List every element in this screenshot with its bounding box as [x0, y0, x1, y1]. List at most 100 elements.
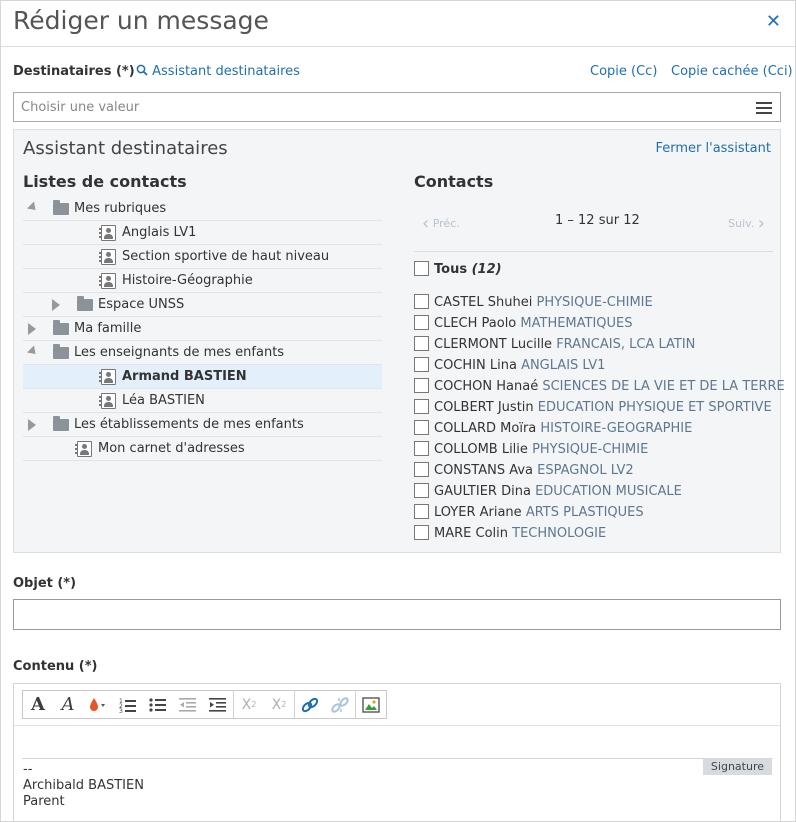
contact-name: CASTEL Shuhei	[434, 295, 533, 310]
contact-name: CLERMONT Lucille	[434, 337, 553, 352]
signature-text[interactable]: -- Archibald BASTIEN Parent	[23, 762, 144, 810]
tree-item[interactable]: Ma famille	[23, 317, 382, 341]
contact-row[interactable]: CLECH Paolo MATHEMATIQUES	[414, 315, 773, 336]
outdent-icon[interactable]	[173, 691, 203, 718]
toolbar-divider	[14, 725, 780, 726]
contact-lists-title: Listes de contacts	[23, 172, 187, 191]
page-count: 1 – 12 sur 12	[555, 213, 640, 228]
contact-label: COCHON Hanaé SCIENCES DE LA VIE ET DE LA…	[434, 379, 785, 394]
tree-item[interactable]: Armand BASTIEN	[23, 365, 382, 389]
contact-row[interactable]: COLBERT Justin EDUCATION PHYSIQUE ET SPO…	[414, 399, 773, 420]
contact-row[interactable]: CLERMONT Lucille FRANCAIS, LCA LATIN	[414, 336, 773, 357]
contact-checkbox[interactable]	[414, 336, 429, 351]
contact-checkbox[interactable]	[414, 420, 429, 435]
contact-subject: HISTOIRE-GEOGRAPHIE	[540, 421, 693, 436]
contacts-list: CASTEL Shuhei PHYSIQUE-CHIMIE CLECH Paolo…	[414, 294, 785, 546]
editor-toolbar: A A 123 X2 X2	[22, 690, 387, 719]
assistant-title: Assistant destinataires	[23, 138, 228, 159]
link-icon[interactable]	[295, 691, 325, 718]
tree-item[interactable]: Mes rubriques	[23, 197, 382, 221]
tree-item[interactable]: Espace UNSS	[23, 293, 382, 317]
recipients-select[interactable]: Choisir une valeur	[13, 92, 781, 122]
unlink-icon[interactable]	[325, 691, 355, 718]
expand-arrow-icon[interactable]	[52, 299, 60, 311]
subject-input[interactable]	[13, 599, 781, 630]
contact-row[interactable]: COLLOMB Lilie PHYSIQUE-CHIMIE	[414, 441, 773, 462]
contact-row[interactable]: COCHON Hanaé SCIENCES DE LA VIE ET DE LA…	[414, 378, 785, 399]
contact-name: COLLOMB Lilie	[434, 442, 528, 457]
contact-checkbox[interactable]	[414, 378, 429, 393]
contact-checkbox[interactable]	[414, 315, 429, 330]
folder-icon	[53, 320, 69, 335]
contact-name: CLECH Paolo	[434, 316, 517, 331]
compose-dialog: Rédiger un message ✕ Destinataires (*) A…	[0, 0, 796, 822]
folder-icon	[77, 296, 93, 311]
contact-label: COLBERT Justin EDUCATION PHYSIQUE ET SPO…	[434, 400, 772, 415]
signature-button[interactable]: Signature	[702, 758, 772, 775]
contact-checkbox[interactable]	[414, 504, 429, 519]
contact-label: COCHIN Lina ANGLAIS LV1	[434, 358, 605, 373]
contact-label: CLECH Paolo MATHEMATIQUES	[434, 316, 633, 331]
tree-item[interactable]: Histoire-Géographie	[23, 269, 382, 293]
folder-icon	[53, 200, 69, 215]
menu-icon[interactable]	[756, 102, 772, 114]
content-editor[interactable]: A A 123 X2 X2 Signature -- Archibald BAS…	[13, 683, 781, 821]
contact-checkbox[interactable]	[414, 294, 429, 309]
tree-item[interactable]: Section sportive de haut niveau	[23, 245, 382, 269]
contact-checkbox[interactable]	[414, 525, 429, 540]
contact-checkbox[interactable]	[414, 483, 429, 498]
contact-row[interactable]: CASTEL Shuhei PHYSIQUE-CHIMIE	[414, 294, 773, 315]
contact-checkbox[interactable]	[414, 441, 429, 456]
contact-checkbox[interactable]	[414, 399, 429, 414]
tree-item[interactable]: Mon carnet d'adresses	[23, 437, 382, 461]
text-color-icon[interactable]	[83, 691, 113, 718]
contact-checkbox[interactable]	[414, 462, 429, 477]
image-icon[interactable]	[356, 691, 386, 718]
contact-row[interactable]: GAULTIER Dina EDUCATION MUSICALE	[414, 483, 773, 504]
contact-row[interactable]: LOYER Ariane ARTS PLASTIQUES	[414, 504, 773, 525]
dialog-title: Rédiger un message	[13, 6, 269, 35]
next-page-button[interactable]: Suiv. ›	[728, 213, 765, 234]
select-all-count: (12)	[471, 262, 502, 277]
tree-item-label: Armand BASTIEN	[122, 369, 247, 384]
font-style-icon[interactable]: A	[53, 691, 83, 718]
contact-name: COCHON Hanaé	[434, 379, 539, 394]
contact-row[interactable]: COCHIN Lina ANGLAIS LV1	[414, 357, 773, 378]
contact-checkbox[interactable]	[414, 357, 429, 372]
expand-arrow-icon[interactable]	[28, 323, 36, 335]
cc-link[interactable]: Copie (Cc)	[590, 64, 657, 79]
contact-name: CONSTANS Ava	[434, 463, 534, 478]
tree-item[interactable]: Les établissements de mes enfants	[23, 413, 382, 437]
close-icon[interactable]: ✕	[766, 11, 781, 32]
font-size-icon[interactable]: A	[23, 691, 53, 718]
close-assistant-link[interactable]: Fermer l'assistant	[655, 141, 771, 156]
indent-icon[interactable]	[203, 691, 233, 718]
contact-row[interactable]: MARE Colin TECHNOLOGIE	[414, 525, 773, 546]
select-all-checkbox[interactable]	[414, 261, 429, 276]
tree-item-label: Léa BASTIEN	[122, 393, 205, 408]
expand-arrow-icon[interactable]	[28, 419, 36, 431]
tree-item[interactable]: Léa BASTIEN	[23, 389, 382, 413]
content-label: Contenu (*)	[13, 659, 98, 674]
contact-row[interactable]: CONSTANS Ava ESPAGNOL LV2	[414, 462, 773, 483]
bcc-link[interactable]: Copie cachée (Cci)	[671, 64, 793, 79]
contact-list-icon	[75, 441, 92, 457]
tree-item-label: Mon carnet d'adresses	[98, 441, 245, 456]
superscript-icon[interactable]: X2	[264, 691, 294, 718]
collapse-arrow-icon[interactable]	[26, 345, 40, 358]
recipients-assistant-link[interactable]: Assistant destinataires	[136, 64, 300, 79]
collapse-arrow-icon[interactable]	[26, 201, 40, 214]
contact-row[interactable]: COLLARD Moïra HISTOIRE-GEOGRAPHIE	[414, 420, 773, 441]
contact-name: MARE Colin	[434, 526, 508, 541]
chevron-left-icon: ‹	[422, 213, 430, 234]
signature-divider	[22, 758, 773, 759]
prev-page-button[interactable]: ‹ Préc.	[422, 213, 460, 234]
tree-item[interactable]: Les enseignants de mes enfants	[23, 341, 382, 365]
tree-item[interactable]: Anglais LV1	[23, 221, 382, 245]
contact-label: GAULTIER Dina EDUCATION MUSICALE	[434, 484, 682, 499]
contact-list-icon	[99, 393, 116, 409]
contact-subject: EDUCATION MUSICALE	[535, 484, 682, 499]
subscript-icon[interactable]: X2	[234, 691, 264, 718]
bullet-list-icon[interactable]	[143, 691, 173, 718]
numbered-list-icon[interactable]: 123	[113, 691, 143, 718]
